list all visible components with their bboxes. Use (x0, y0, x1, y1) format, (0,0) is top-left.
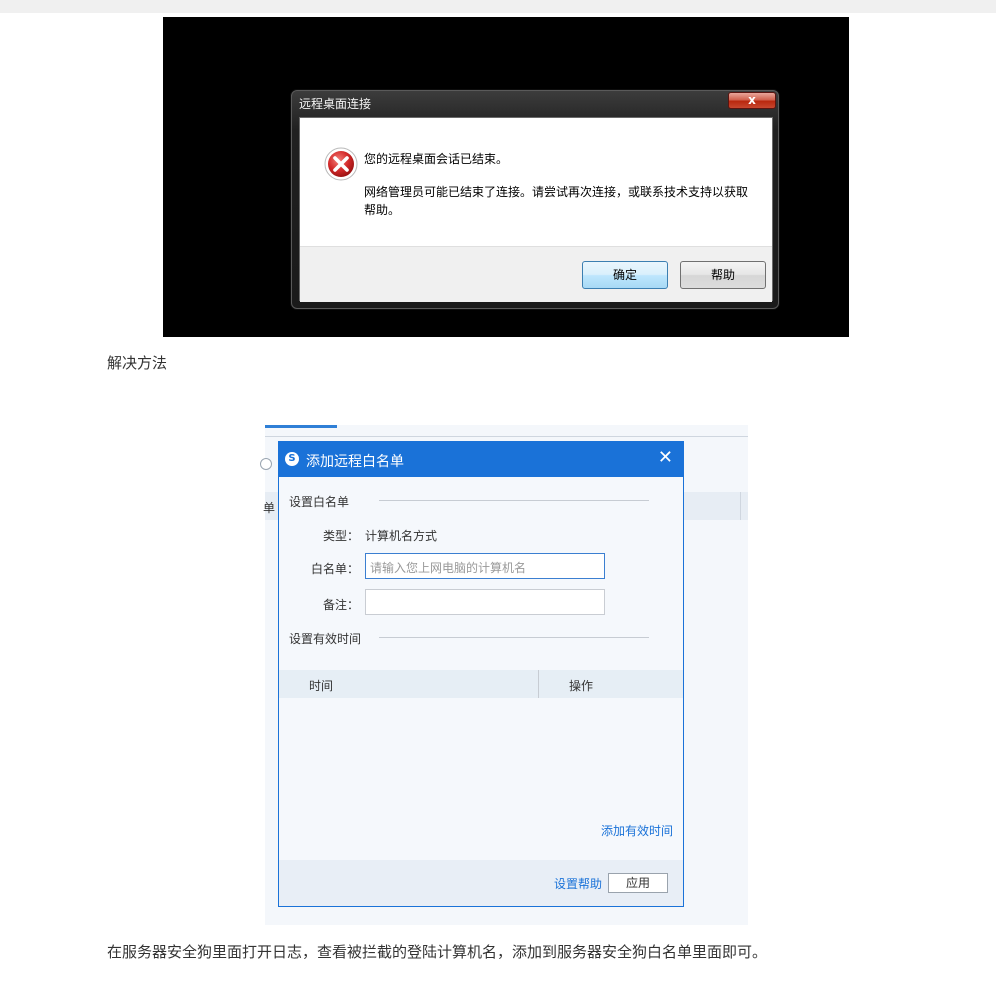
rdp-close-button[interactable]: x (728, 92, 776, 109)
help-link[interactable]: 设置帮助 (554, 875, 602, 892)
rdp-dialog-title: 远程桌面连接 (299, 97, 372, 111)
error-icon (324, 147, 358, 181)
add-time-link[interactable]: 添加有效时间 (601, 822, 673, 839)
section-whitelist-title: 设置白名单 (289, 495, 350, 509)
type-value: 计算机名方式 (365, 529, 438, 543)
background-partial-label: 单 (263, 501, 276, 515)
time-table-header: 时间 操作 (279, 670, 683, 698)
rdp-dialog-window: 远程桌面连接 x 您的远程桌面会话已结束。 网络管理员可能已结束了连接。请尝试再… (291, 90, 779, 309)
section-time-divider (379, 637, 649, 638)
background-tab-indicator (265, 425, 337, 428)
whitelist-dialog: S 添加远程白名单 ✕ 设置白名单 类型： 计算机名方式 白名单： 请输入您上网… (278, 441, 684, 907)
top-bar (0, 0, 996, 13)
column-action: 操作 (569, 679, 594, 693)
whitelist-screenshot: 单 S 添加远程白名单 ✕ 设置白名单 类型： 计算机名方式 白名单： 请输入您… (260, 425, 748, 925)
background-divider (265, 436, 748, 437)
whitelist-dialog-titlebar: S 添加远程白名单 ✕ (279, 442, 683, 477)
apply-button[interactable]: 应用 (608, 873, 668, 893)
type-label: 类型： (322, 529, 359, 543)
close-icon[interactable]: ✕ (658, 448, 673, 468)
whitelist-dialog-footer: 设置帮助 应用 (279, 860, 683, 906)
remark-input[interactable] (365, 589, 605, 615)
instruction-text: 在服务器安全狗里面打开日志，查看被拦截的登陆计算机名，添加到服务器安全狗白名单里… (107, 943, 768, 961)
rdp-message-body: 网络管理员可能已结束了连接。请尝试再次连接，或联系技术支持以获取帮助。 (364, 185, 749, 217)
background-column-divider (740, 492, 741, 520)
rdp-dialog-client: 您的远程桌面会话已结束。 网络管理员可能已结束了连接。请尝试再次连接，或联系技术… (299, 117, 773, 302)
help-button[interactable]: 帮助 (680, 261, 766, 289)
section-time-title: 设置有效时间 (289, 632, 362, 646)
background-radio[interactable] (260, 458, 272, 470)
section-whitelist-divider (379, 500, 649, 501)
column-divider (538, 670, 539, 698)
whitelist-dialog-title: 添加远程白名单 (306, 454, 404, 470)
remark-label: 备注： (322, 598, 359, 612)
rdp-message-title: 您的远程桌面会话已结束。 (364, 152, 509, 166)
safedog-logo-icon: S (285, 452, 299, 466)
rdp-dialog-footer: 确定 帮助 (300, 246, 772, 302)
column-time: 时间 (309, 679, 334, 693)
whitelist-label: 白名单： (310, 562, 359, 576)
section-heading: 解决方法 (107, 354, 168, 372)
whitelist-input[interactable]: 请输入您上网电脑的计算机名 (365, 553, 605, 579)
rdp-screenshot: 远程桌面连接 x 您的远程桌面会话已结束。 网络管理员可能已结束了连接。请尝试再… (163, 17, 849, 337)
ok-button[interactable]: 确定 (582, 261, 668, 289)
